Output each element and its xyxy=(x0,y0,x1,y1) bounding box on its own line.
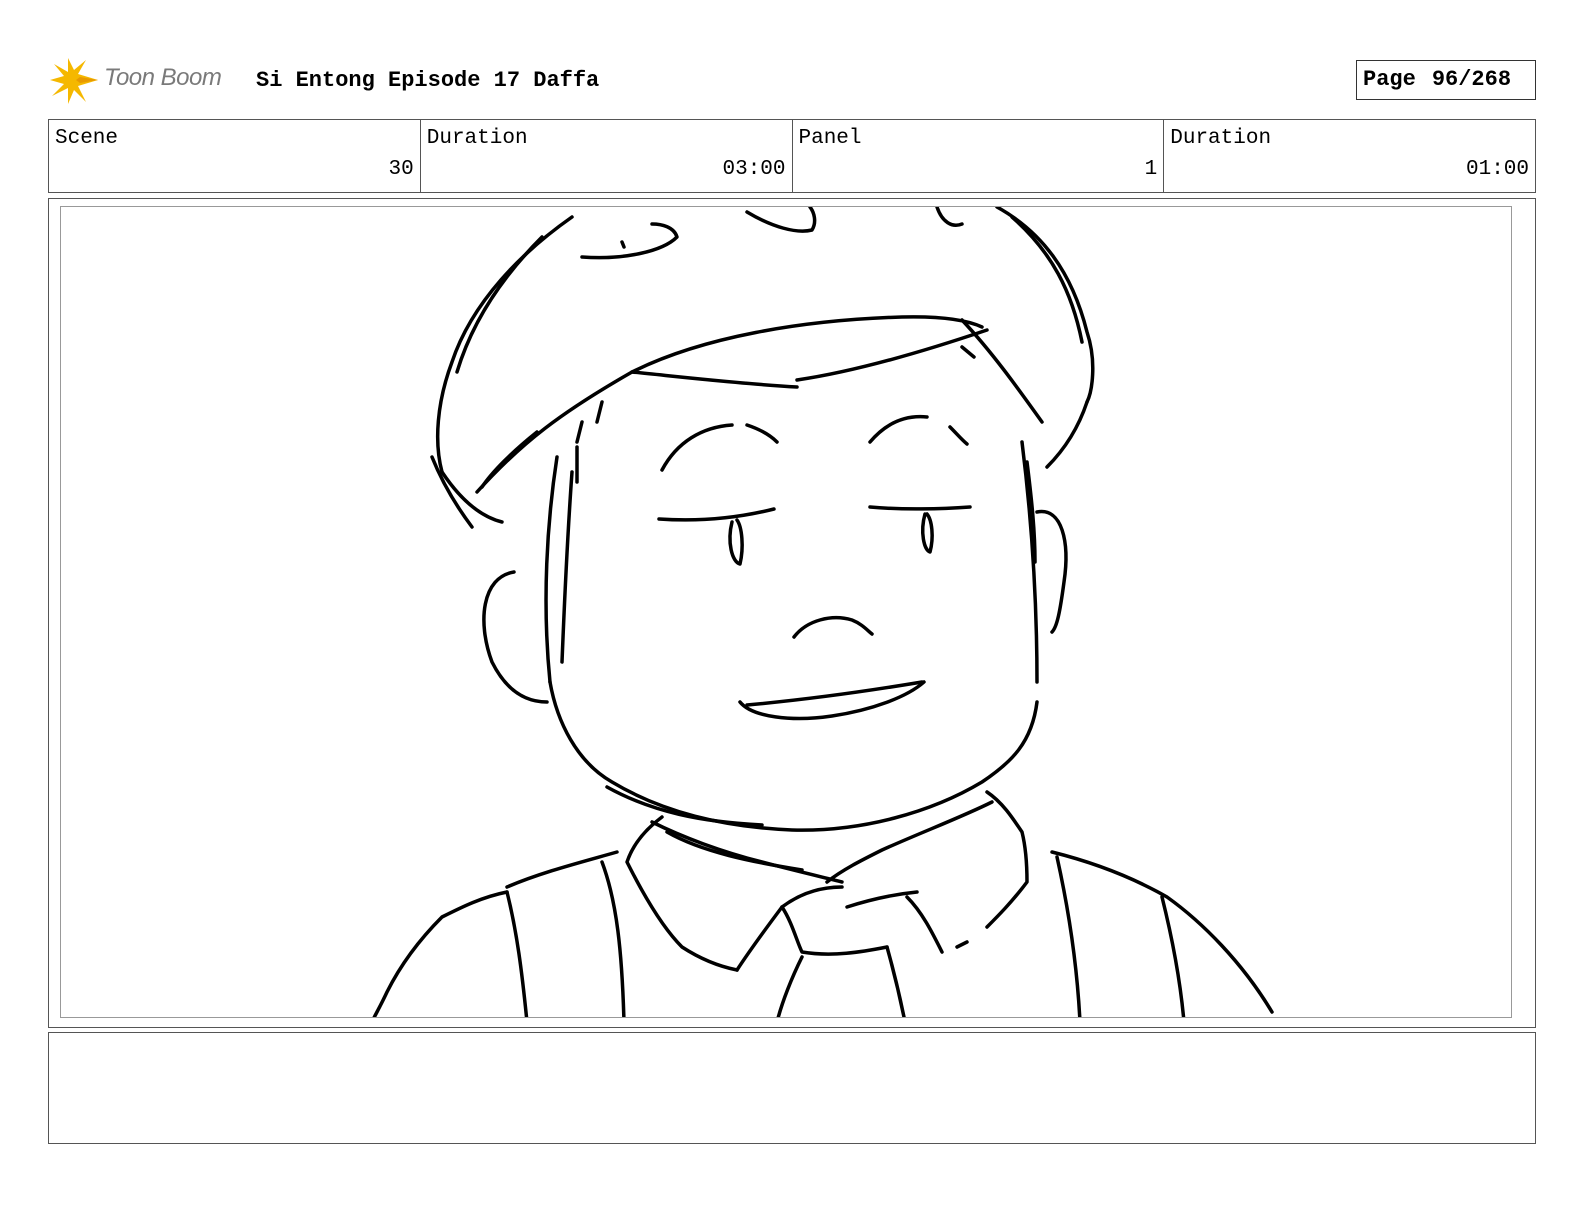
panel-duration-label: Duration xyxy=(1170,127,1272,150)
scene-value: 30 xyxy=(388,158,414,181)
scene-label: Scene xyxy=(55,127,119,150)
page-number: 96/268 xyxy=(1431,67,1512,92)
scene-cell: Scene 30 xyxy=(49,120,421,192)
storyboard-title: Si Entong Episode 17 Daffa xyxy=(256,68,600,93)
storyboard-panel-drawing xyxy=(60,206,1512,1018)
page-label: Page xyxy=(1363,67,1416,92)
storyboard-panel-frame xyxy=(48,198,1536,1028)
toon-boom-logo: Toon Boom xyxy=(48,56,248,106)
character-sketch xyxy=(372,207,1274,1017)
scene-duration-label: Duration xyxy=(426,127,528,150)
panel-info-row: Scene 30 Duration 03:00 Panel 1 Duration… xyxy=(48,119,1536,193)
panel-notes-box xyxy=(48,1032,1536,1144)
page-indicator: Page 96/268 xyxy=(1356,60,1536,100)
scene-duration-value: 03:00 xyxy=(722,158,786,181)
panel-value: 1 xyxy=(1144,158,1158,181)
panel-duration-value: 01:00 xyxy=(1465,158,1529,181)
scene-duration-cell: Duration 03:00 xyxy=(421,120,793,192)
storyboard-header: Toon Boom Si Entong Episode 17 Daffa Pag… xyxy=(48,56,1536,106)
logo-burst-icon xyxy=(50,58,98,104)
logo-text: Toon Boom xyxy=(104,64,222,91)
panel-cell: Panel 1 xyxy=(793,120,1165,192)
panel-label: Panel xyxy=(798,127,862,150)
panel-duration-cell: Duration 01:00 xyxy=(1164,120,1535,192)
